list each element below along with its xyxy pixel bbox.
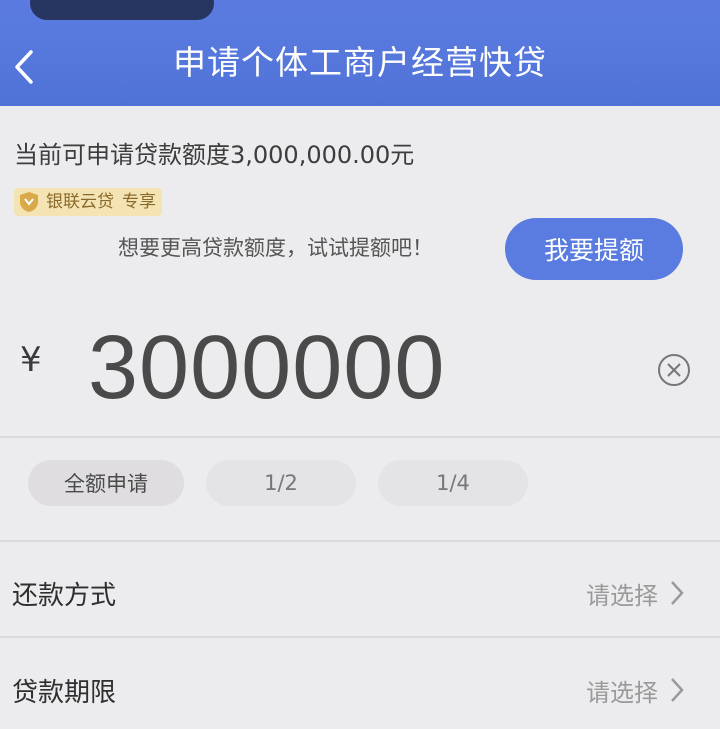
status-bar-pill (30, 0, 214, 20)
section-divider (0, 540, 720, 542)
clear-icon[interactable] (656, 352, 692, 388)
chip-full-amount[interactable]: 全额申请 (28, 460, 184, 506)
loan-term-value: 请选择 (586, 678, 658, 707)
chip-quarter[interactable]: 1/4 (378, 460, 528, 506)
badge-name: 银联云贷 (46, 192, 114, 212)
loan-amount-input[interactable]: 3000000 (88, 316, 445, 420)
chevron-right-icon (671, 581, 684, 605)
amount-divider (0, 436, 720, 438)
row-divider (0, 636, 720, 638)
repayment-method-row[interactable]: 还款方式 请选择 (0, 563, 720, 623)
repayment-method-value: 请选择 (586, 581, 658, 610)
page-title: 申请个体工商户经营快贷 (173, 43, 547, 82)
available-quota-text: 当前可申请贷款额度3,000,000.00元 (14, 141, 415, 169)
raise-limit-hint: 想要更高贷款额度，试试提额吧！ (118, 236, 433, 260)
chip-half[interactable]: 1/2 (206, 460, 356, 506)
loan-term-row[interactable]: 贷款期限 请选择 (0, 660, 720, 720)
header-bar: 申请个体工商户经营快贷 (0, 0, 720, 106)
raise-limit-button[interactable]: 我要提额 (505, 218, 683, 280)
shield-badge-icon (20, 192, 38, 212)
amount-ratio-chips: 全额申请 1/2 1/4 (28, 460, 550, 506)
loan-term-label: 贷款期限 (12, 677, 117, 708)
repayment-method-label: 还款方式 (12, 580, 117, 611)
currency-symbol: ¥ (20, 340, 42, 380)
chevron-right-icon (671, 678, 684, 702)
badge-tag: 专享 (122, 192, 156, 212)
unionpay-cloud-loan-badge: 银联云贷 专享 (14, 188, 162, 216)
